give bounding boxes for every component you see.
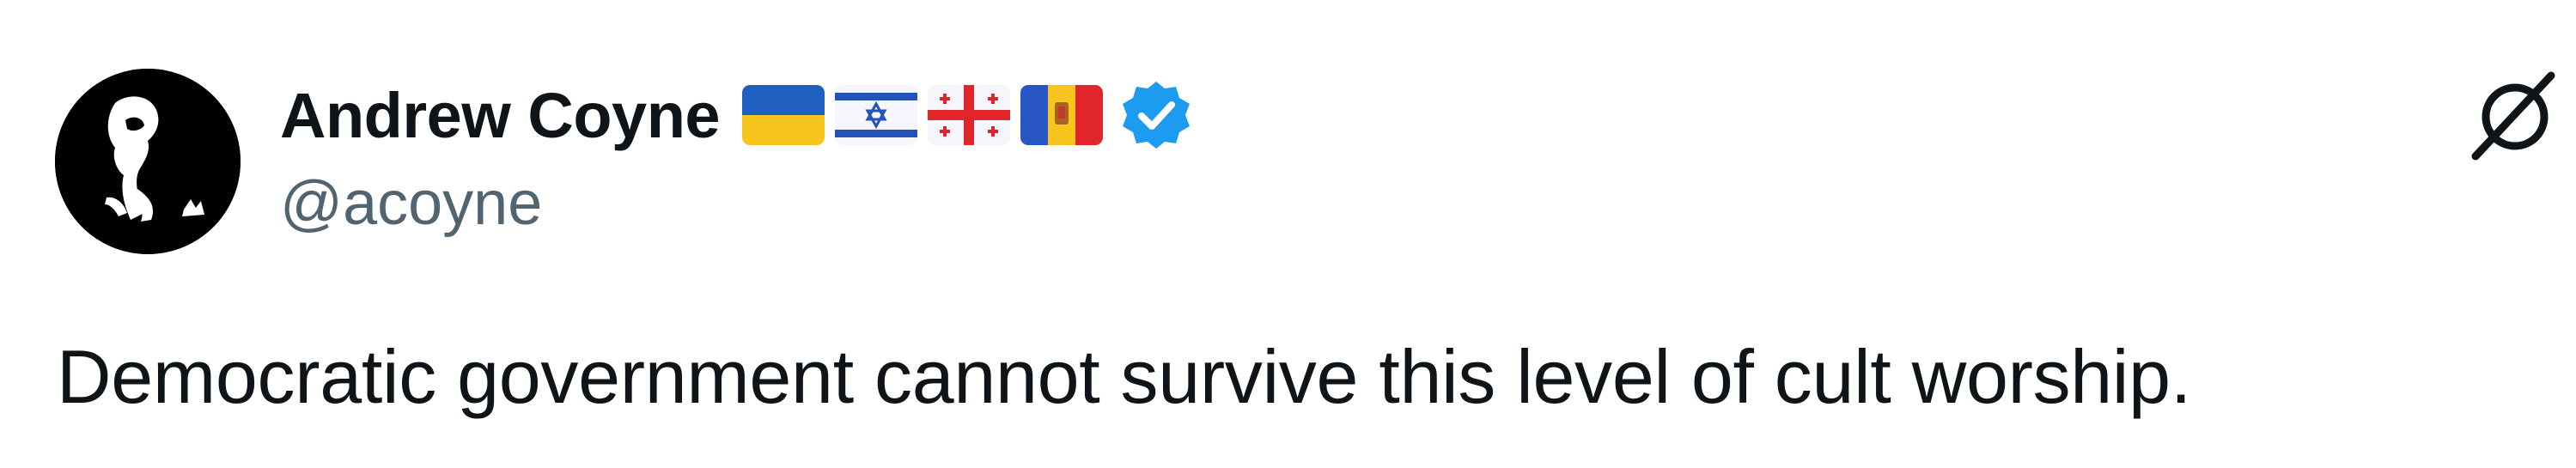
author-display-name[interactable]: Andrew Coyne (280, 79, 721, 152)
author-name-row: Andrew Coyne (280, 72, 1192, 158)
tweet-text: Democratic government cannot survive thi… (57, 334, 2191, 419)
author-handle[interactable]: @acoyne (280, 168, 542, 239)
tweet-card: Andrew Coyne @acoyne Democratic governme… (0, 0, 2576, 468)
portrait-silhouette-icon (55, 69, 241, 254)
flag-moldova-icon (1020, 85, 1104, 145)
flag-israel-icon (835, 85, 918, 145)
flag-ukraine-icon (742, 85, 825, 145)
flag-emoji-group (742, 85, 1113, 145)
null-symbol-icon[interactable] (2467, 70, 2561, 165)
verified-badge-icon[interactable] (1120, 79, 1192, 151)
avatar[interactable] (55, 69, 241, 254)
flag-georgia-icon (928, 85, 1011, 145)
